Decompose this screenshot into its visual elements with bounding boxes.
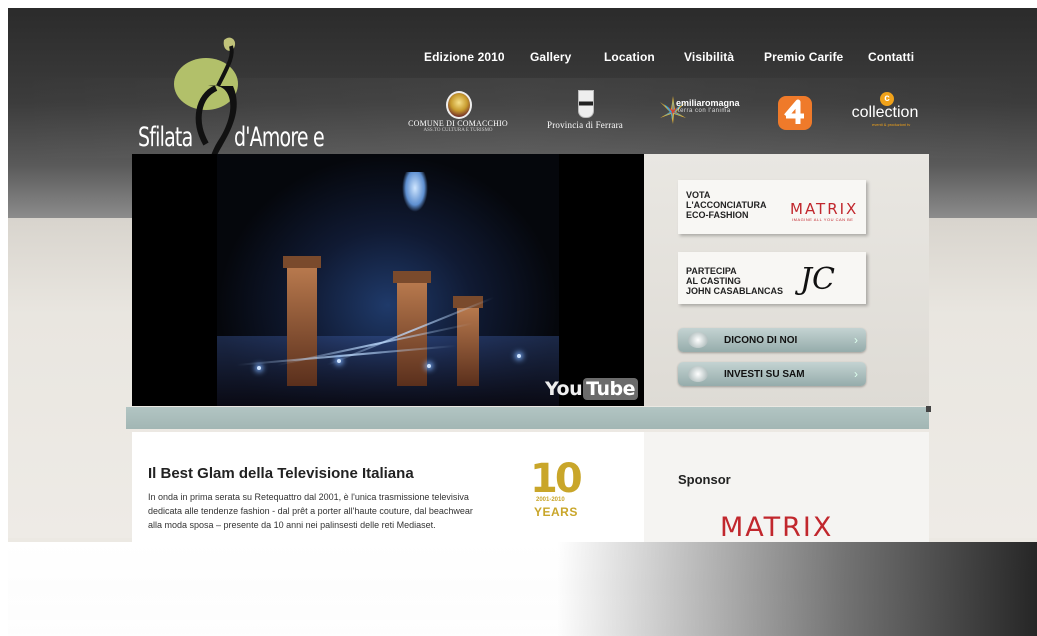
page-frame: Sfilata d'Amore e Moda Edizione 2010 Gal… — [8, 8, 1037, 636]
youtube-logo[interactable]: You Tube — [545, 378, 638, 400]
reflection-dark-fade — [557, 542, 1037, 636]
video-tower-right — [453, 296, 483, 386]
investi-su-sam-button[interactable]: INVESTI SU SAM › — [678, 362, 866, 386]
casting-line: PARTECIPA — [686, 266, 737, 276]
dicono-di-noi-button[interactable]: DICONO DI NOI › — [678, 328, 866, 352]
chevron-right-icon: › — [854, 367, 858, 381]
casting-line: AL CASTING — [686, 276, 741, 286]
divider-shadow — [926, 406, 931, 412]
comacchio-crest-icon[interactable] — [446, 91, 472, 119]
comacchio-dept: ASS.TO CULTURA E TURISMO — [423, 128, 493, 133]
investi-label: INVESTI SU SAM — [724, 368, 805, 380]
casting-line: JOHN CASABLANCAS — [686, 286, 784, 296]
nav-premio-carife[interactable]: Premio Carife — [764, 50, 843, 64]
vota-line: VOTA — [686, 190, 711, 200]
video-light — [257, 366, 261, 370]
divider-bar — [126, 407, 929, 429]
matrix-tagline: IMAGINE ALL YOU CAN BE — [792, 217, 854, 222]
sponsor-panel: Sponsor MATRIX — [644, 432, 929, 543]
paragraph-line: alla moda sposa – presente da 10 anni ne… — [148, 520, 436, 530]
chevron-right-icon: › — [854, 333, 858, 347]
vota-matrix-card[interactable]: VOTA L'ACCONCIATURA ECO-FASHION MATRIX I… — [678, 180, 866, 234]
nav-contatti[interactable]: Contatti — [868, 50, 914, 64]
badge-years-range: 2001-2010 — [536, 497, 565, 503]
comacchio-name: COMUNE DI COMACCHIO — [408, 119, 508, 128]
collection-name: collection — [851, 104, 919, 121]
video-tower-left — [283, 256, 321, 386]
video-light — [427, 364, 431, 368]
casting-card-text: PARTECIPA AL CASTING JOHN CASABLANCAS — [686, 266, 786, 296]
ten-years-badge: 10 2001-2010 YEARS — [530, 452, 583, 522]
ferrara-crest-icon[interactable] — [578, 90, 594, 118]
sponsor-matrix-logo[interactable]: MATRIX — [720, 512, 833, 543]
video-light — [337, 359, 341, 363]
logo-word-sfilata: Sfilata — [138, 122, 193, 153]
youtube-you: You — [545, 378, 583, 400]
badge-number: 10 — [530, 456, 583, 502]
vota-line: ECO-FASHION — [686, 210, 749, 220]
paragraph-line: dedicata alle tendenze fashion - dal prê… — [148, 506, 473, 516]
content-title: Il Best Glam della Televisione Italiana — [148, 465, 414, 482]
rete4-logo-icon — [784, 99, 804, 124]
badge-years-label: YEARS — [534, 505, 578, 519]
video-dancer — [402, 172, 428, 212]
euro-coin-icon — [688, 366, 708, 382]
partner-comacchio[interactable]: COMUNE DI COMACCHIO ASS.TO CULTURA E TUR… — [406, 119, 510, 133]
emilia-tagline: terra con l'anima — [678, 108, 731, 114]
paragraph-line: In onda in prima serata su Retequattro d… — [148, 492, 469, 502]
nav-gallery[interactable]: Gallery — [530, 50, 571, 64]
partner-rete4-icon[interactable] — [778, 96, 812, 130]
video-stage-floor — [217, 336, 559, 406]
nav-location[interactable]: Location — [604, 50, 655, 64]
video-light — [517, 354, 521, 358]
vota-line: L'ACCONCIATURA — [686, 200, 767, 210]
site-logo[interactable]: Sfilata d'Amore e Moda — [138, 26, 358, 184]
collection-tagline: eventi & produzioni tv — [872, 122, 911, 127]
jc-monogram-icon: JC — [800, 262, 835, 297]
speech-bubble-icon — [688, 332, 708, 348]
video-frame[interactable] — [217, 154, 559, 406]
youtube-tube: Tube — [583, 378, 638, 400]
vota-card-text: VOTA L'ACCONCIATURA ECO-FASHION — [686, 190, 786, 220]
main-content: Il Best Glam della Televisione Italiana … — [132, 432, 644, 542]
sponsor-title: Sponsor — [678, 472, 731, 487]
nav-visibilita[interactable]: Visibilità — [684, 50, 734, 64]
nav-edizione-2010[interactable]: Edizione 2010 — [424, 50, 505, 64]
partner-ferrara[interactable]: Provincia di Ferrara — [540, 120, 630, 130]
hero-side-panel: VOTA L'ACCONCIATURA ECO-FASHION MATRIX I… — [644, 154, 929, 406]
casting-card[interactable]: PARTECIPA AL CASTING JOHN CASABLANCAS JC — [678, 252, 866, 304]
emilia-name: emiliaromagna — [676, 98, 740, 108]
content-paragraph: In onda in prima serata su Retequattro d… — [148, 490, 508, 532]
matrix-logo: MATRIX — [790, 200, 859, 218]
dicono-label: DICONO DI NOI — [724, 334, 798, 346]
video-player[interactable]: You Tube — [132, 154, 644, 406]
